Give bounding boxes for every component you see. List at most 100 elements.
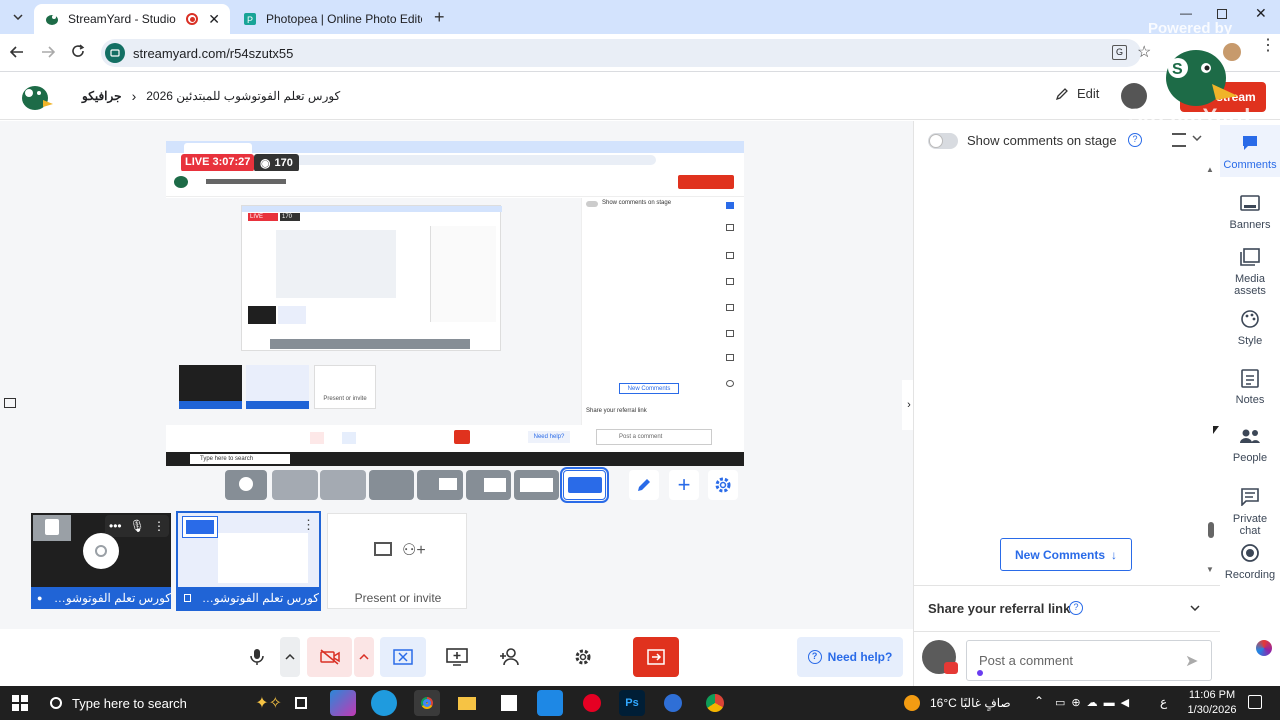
window-maximize-button[interactable] xyxy=(1217,9,1227,19)
layout-sidebar[interactable] xyxy=(369,470,414,500)
store-icon[interactable] xyxy=(496,690,522,716)
edge-icon[interactable] xyxy=(371,690,397,716)
bookmark-star-icon[interactable]: ☆ xyxy=(1137,42,1151,62)
present-button[interactable] xyxy=(434,637,480,677)
stage-area: LIVE 3:07:27 ◉ 170 LIVE 3:07:27 170 Pres… xyxy=(0,121,913,629)
rail-item-banners[interactable]: Banners xyxy=(1220,191,1280,231)
chevron-down-icon[interactable] xyxy=(1192,135,1202,141)
layout-side-by-side[interactable] xyxy=(417,470,463,500)
filter-sliders-icon[interactable] xyxy=(1172,133,1186,147)
referral-label[interactable]: Share your referral link xyxy=(928,601,1070,616)
nested-post: Post a comment xyxy=(596,429,712,445)
taskbar-date[interactable]: 1/30/2026 xyxy=(1186,704,1238,716)
stage-settings-button[interactable] xyxy=(708,470,738,500)
microphone-icon[interactable]: 🎙 xyxy=(130,519,145,533)
broadcast-title[interactable]: كورس تعلم الفوتوشوب للمبتدئين 2026 xyxy=(146,89,340,103)
site-info-icon[interactable] xyxy=(105,43,125,63)
need-help-button[interactable]: ? Need help? xyxy=(797,637,903,677)
scroll-up-arrow[interactable]: ▲ xyxy=(1206,165,1214,174)
rail-item-media-assets[interactable]: Media assets xyxy=(1220,245,1280,297)
end-stream-button[interactable]: End stream xyxy=(1180,82,1266,112)
layout-leader[interactable] xyxy=(320,470,366,500)
show-on-stage-toggle[interactable] xyxy=(928,133,958,149)
close-tab-icon[interactable]: ✕ xyxy=(208,11,220,28)
rail-item-private-chat[interactable]: Private chat xyxy=(1220,485,1280,537)
more-options-icon[interactable]: ⋮ xyxy=(302,517,315,533)
present-or-invite-tile[interactable]: ⚇+ Present or invite xyxy=(327,513,467,609)
settings-button[interactable] xyxy=(560,637,606,677)
rail-item-style[interactable]: Style xyxy=(1220,307,1280,347)
tray-chevron-icon[interactable]: ⌃ xyxy=(1034,694,1044,708)
floating-widget-icon[interactable] xyxy=(1256,640,1272,656)
copilot-icon[interactable] xyxy=(330,690,356,716)
translate-icon[interactable]: G xyxy=(1112,45,1127,60)
more-options-icon[interactable]: ⋮ xyxy=(153,519,165,533)
edit-button[interactable]: Edit xyxy=(1055,86,1099,101)
profile-avatar[interactable] xyxy=(1223,43,1241,61)
pinterest-icon[interactable] xyxy=(579,690,605,716)
chevron-up-icon xyxy=(285,654,295,660)
layout-grouped[interactable] xyxy=(272,470,318,500)
help-icon[interactable]: ? xyxy=(1128,133,1142,147)
layout-fullscreen[interactable] xyxy=(560,467,609,503)
participant-tile-screen[interactable]: ⋮ كورس تعلم الفوتوشوب للمبتدئين 2026 xyxy=(176,511,321,611)
send-icon[interactable]: ➤ xyxy=(1185,651,1198,671)
audio-options-button[interactable] xyxy=(280,637,300,677)
taskbar-search[interactable]: Type here to search ✦✧ xyxy=(44,686,282,720)
layout-solo[interactable] xyxy=(225,470,267,500)
back-button[interactable] xyxy=(10,45,24,59)
file-explorer-icon[interactable] xyxy=(454,690,480,716)
taskbar-time[interactable]: 11:06 PM xyxy=(1186,689,1238,701)
scroll-down-arrow[interactable]: ▼ xyxy=(1206,565,1214,574)
participant-tile-camera[interactable]: ••• 🎙 ⋮ ● كورس تعلم الفوتوشوب للمبتدئين … xyxy=(31,513,171,609)
address-bar[interactable]: streamyard.com/r54szutx55 xyxy=(101,39,1141,67)
host-avatar[interactable] xyxy=(1121,83,1147,109)
tab-photopea[interactable]: P Photopea | Online Photo Editor xyxy=(232,4,432,34)
windows-start-icon[interactable] xyxy=(12,695,28,711)
scrollbar-thumb[interactable] xyxy=(1208,522,1214,538)
notifications-icon[interactable] xyxy=(1248,695,1262,709)
tray-icons[interactable]: ▭⊕☁▬◀ xyxy=(1055,696,1135,709)
rail-item-people[interactable]: People xyxy=(1220,424,1280,464)
chrome-icon[interactable] xyxy=(414,690,440,716)
camera-off-button[interactable] xyxy=(307,637,352,677)
tab-search-button[interactable] xyxy=(8,8,28,26)
edit-layout-button[interactable] xyxy=(629,470,659,500)
camera-options-button[interactable] xyxy=(354,637,374,677)
weather-text[interactable]: 16°C صافٍ غالبًا xyxy=(930,696,1011,710)
reload-button[interactable] xyxy=(71,44,85,58)
layout-pip[interactable] xyxy=(466,470,511,500)
forward-button[interactable] xyxy=(41,45,55,59)
task-view-icon[interactable] xyxy=(288,690,314,716)
leave-studio-button[interactable] xyxy=(633,637,679,677)
new-tab-button[interactable]: + xyxy=(434,8,445,26)
photoshop-icon[interactable]: Ps xyxy=(619,690,645,716)
screen-preview xyxy=(218,533,308,583)
layout-toggle-icon[interactable] xyxy=(4,398,16,408)
layout-cinema[interactable] xyxy=(514,470,559,500)
invite-button[interactable] xyxy=(487,637,533,677)
chrome-profile-icon[interactable] xyxy=(702,690,728,716)
rail-item-recording[interactable]: Recording xyxy=(1220,541,1280,581)
window-minimize-button[interactable]: — xyxy=(1180,6,1192,20)
arrow-down-icon: ↓ xyxy=(1111,547,1118,562)
mute-button[interactable] xyxy=(236,637,278,677)
streamyard-logo-icon[interactable] xyxy=(18,80,54,112)
add-layout-button[interactable]: + xyxy=(669,470,699,500)
screen-share-button[interactable] xyxy=(380,637,426,677)
mail-icon[interactable] xyxy=(537,690,563,716)
post-comment-input[interactable]: Post a comment ➤ xyxy=(966,640,1212,681)
new-comments-button[interactable]: New Comments ↓ xyxy=(1000,538,1132,571)
rail-item-notes[interactable]: Notes xyxy=(1220,366,1280,406)
weather-icon[interactable] xyxy=(904,695,920,711)
app-icon[interactable] xyxy=(660,690,686,716)
window-close-button[interactable]: ✕ xyxy=(1255,5,1267,22)
browser-menu-icon[interactable]: ⋮ xyxy=(1260,38,1276,54)
notes-icon xyxy=(1238,366,1262,390)
chevron-down-icon[interactable] xyxy=(1190,605,1200,611)
help-icon[interactable]: ? xyxy=(1069,601,1083,615)
language-indicator[interactable]: ع xyxy=(1160,695,1167,709)
tab-streamyard[interactable]: StreamYard - Studio ✕ xyxy=(34,4,230,34)
rail-item-comments[interactable]: Comments xyxy=(1220,125,1280,177)
breadcrumb-root[interactable]: جرافيكو xyxy=(82,89,122,103)
